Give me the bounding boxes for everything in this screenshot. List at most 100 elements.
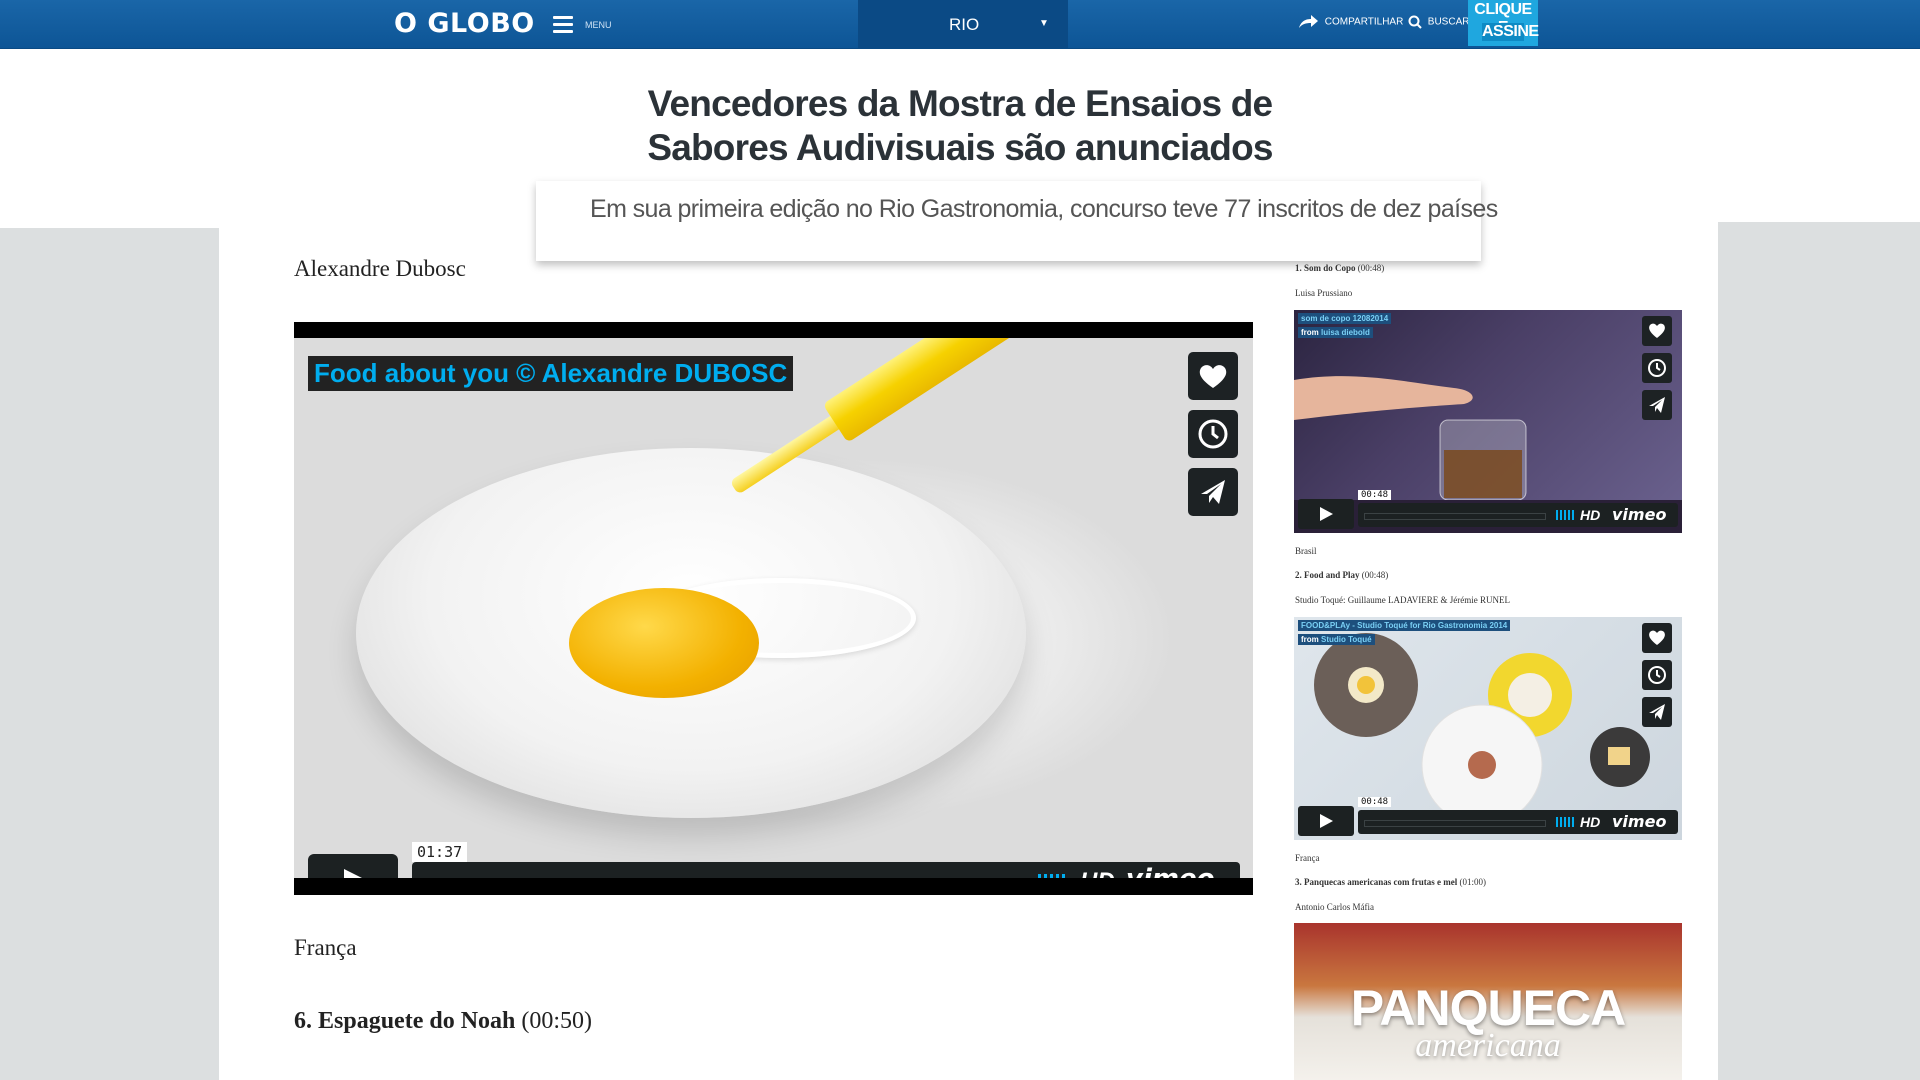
hamburger-icon — [553, 16, 573, 34]
sidebar-duration: (00:48) — [1357, 263, 1385, 273]
sidebar-heading-1: 1. Som do Copo (00:48) — [1295, 263, 1384, 273]
video-controls: HD vimeo 00:48 — [1298, 490, 1678, 529]
sidebar-heading-2: 2. Food and Play (00:48) — [1295, 570, 1388, 580]
sidebar-heading-text: 1. Som do Copo — [1295, 263, 1356, 273]
paper-plane-icon — [1201, 480, 1225, 504]
title-line-2: Sabores Audivisuais são anunciados — [647, 127, 1273, 168]
heart-icon — [1649, 323, 1665, 338]
from-name[interactable]: luisa diebold — [1321, 328, 1370, 337]
vimeo-logo[interactable]: vimeo — [1612, 812, 1666, 831]
hd-toggle[interactable]: HD — [1580, 814, 1600, 830]
video-title[interactable]: Food about you © Alexandre DUBOSC — [308, 356, 794, 391]
right-gutter — [1718, 222, 1920, 1080]
sidebar-heading-text: 2. Food and Play — [1295, 570, 1360, 580]
seek-track[interactable] — [1364, 513, 1546, 520]
sidebar-video-title[interactable]: FOOD&PLAy - Studio Toqué for Rio Gastron… — [1298, 620, 1511, 631]
sidebar-duration: (00:48) — [1361, 570, 1389, 580]
share-video-button[interactable] — [1642, 697, 1672, 727]
clock-icon — [1198, 419, 1228, 449]
sidebar-video-from[interactable]: from Studio Toqué — [1298, 634, 1375, 645]
subscribe-line2: ASSINE — [1482, 23, 1539, 41]
title-line-1: Vencedores da Mostra de Ensaios de — [647, 83, 1273, 124]
time-indicator: 01:37 — [412, 842, 468, 862]
from-name[interactable]: Studio Toqué — [1321, 635, 1372, 644]
play-icon — [1320, 507, 1333, 521]
region-selector[interactable]: RIO ▼ — [858, 0, 1068, 48]
play-icon — [344, 869, 362, 878]
menu-button[interactable]: MENU — [553, 14, 643, 36]
author-name: Alexandre Dubosc — [294, 256, 466, 281]
progress-bar[interactable]: HD vimeo — [412, 862, 1240, 878]
item-heading: 6. Espaguete do Noah (00:50) — [294, 1008, 592, 1035]
sidebar-author-3: Antonio Carlos Máfia — [1295, 902, 1374, 912]
watch-later-button[interactable] — [1642, 660, 1672, 690]
play-button[interactable] — [1298, 499, 1354, 529]
sidebar-author-2: Studio Toqué: Guillaume LADAVIERE & Jéré… — [1295, 595, 1511, 605]
share-button[interactable]: COMPARTILHAR — [1297, 15, 1403, 29]
volume-icon[interactable] — [1038, 874, 1068, 878]
video-frame[interactable]: Food about you © Alexandre DUBOSC HD vim… — [294, 338, 1253, 878]
progress-bar[interactable]: HD vimeo — [1358, 503, 1678, 527]
main-video-player[interactable]: Food about you © Alexandre DUBOSC HD vim… — [294, 322, 1253, 895]
hd-toggle[interactable]: HD — [1080, 868, 1115, 878]
watch-later-button[interactable] — [1188, 410, 1238, 458]
like-button[interactable] — [1642, 623, 1672, 653]
o-globo-logo[interactable]: O GLOBO — [394, 8, 535, 39]
time-indicator: 00:48 — [1358, 797, 1392, 807]
from-prefix: from — [1301, 635, 1319, 644]
share-video-button[interactable] — [1188, 468, 1238, 516]
time-indicator: 00:48 — [1358, 490, 1392, 500]
volume-icon[interactable] — [1556, 817, 1574, 827]
item-duration: (00:50) — [521, 1008, 593, 1034]
page-title: Vencedores da Mostra de Ensaios de Sabor… — [560, 82, 1360, 170]
hd-toggle[interactable]: HD — [1580, 507, 1600, 523]
sidebar-duration: (01:00) — [1459, 877, 1486, 887]
share-video-button[interactable] — [1642, 390, 1672, 420]
like-button[interactable] — [1188, 352, 1238, 400]
paper-plane-icon — [1649, 704, 1665, 720]
sidebar-video-title[interactable]: som de copo 12082014 — [1298, 313, 1392, 324]
vimeo-logo[interactable]: vimeo — [1612, 505, 1666, 524]
seek-track[interactable] — [1364, 820, 1546, 827]
play-icon — [1320, 814, 1333, 828]
thumbnail-subtitle: americana — [1415, 1027, 1561, 1064]
sidebar-country-2: França — [1295, 853, 1320, 863]
progress-bar[interactable]: HD vimeo — [1358, 810, 1678, 834]
share-arrow-icon — [1299, 15, 1318, 28]
sidebar-country-1: Brasil — [1295, 546, 1317, 556]
video-controls: HD vimeo 01:37 — [308, 842, 1240, 878]
sidebar-video-2[interactable]: FOOD&PLAy - Studio Toqué for Rio Gastron… — [1294, 617, 1682, 840]
like-button[interactable] — [1642, 316, 1672, 346]
clock-icon — [1648, 666, 1666, 684]
vimeo-logo[interactable]: vimeo — [1126, 864, 1214, 878]
from-prefix: from — [1301, 328, 1319, 337]
search-button[interactable]: BUSCAR — [1408, 15, 1469, 29]
country-label: França — [294, 935, 357, 960]
sidebar-author-1: Luisa Prussiano — [1295, 288, 1353, 298]
volume-icon[interactable] — [1556, 510, 1574, 520]
region-label: RIO — [949, 15, 980, 34]
heart-icon — [1649, 630, 1665, 645]
paper-plane-icon — [1649, 397, 1665, 413]
sidebar-heading-3: 3. Panquecas americanas com frutas e mel… — [1295, 877, 1486, 887]
left-gutter — [0, 228, 219, 1080]
play-button[interactable] — [308, 854, 398, 878]
watch-later-button[interactable] — [1642, 353, 1672, 383]
video-controls: HD vimeo 00:48 — [1298, 797, 1678, 836]
yolk-image — [569, 588, 759, 698]
subtitle-banner: Em sua primeira edição no Rio Gastronomi… — [536, 181, 1498, 261]
search-label: BUSCAR — [1427, 16, 1470, 28]
chevron-down-icon: ▼ — [1039, 18, 1049, 29]
play-button[interactable] — [1298, 806, 1354, 836]
share-label: COMPARTILHAR — [1324, 16, 1404, 28]
top-navigation-bar: O GLOBO MENU RIO ▼ COMPARTILHAR BUSCAR C… — [0, 0, 1920, 49]
subscribe-button[interactable]: CLIQUE E ASSINE — [1468, 0, 1539, 46]
sidebar-video-3[interactable]: PANQUECA americana — [1294, 923, 1682, 1080]
item-title: 6. Espaguete do Noah — [294, 1008, 516, 1034]
sidebar-video-from[interactable]: from luisa diebold — [1298, 327, 1373, 338]
sidebar-heading-text: 3. Panquecas americanas com frutas e mel — [1295, 877, 1458, 887]
sidebar-video-1[interactable]: som de copo 12082014 from luisa diebold … — [1294, 310, 1682, 533]
menu-label: MENU — [585, 20, 612, 30]
subtitle: Em sua primeira edição no Rio Gastronomi… — [590, 195, 1498, 223]
heart-icon — [1199, 365, 1227, 388]
